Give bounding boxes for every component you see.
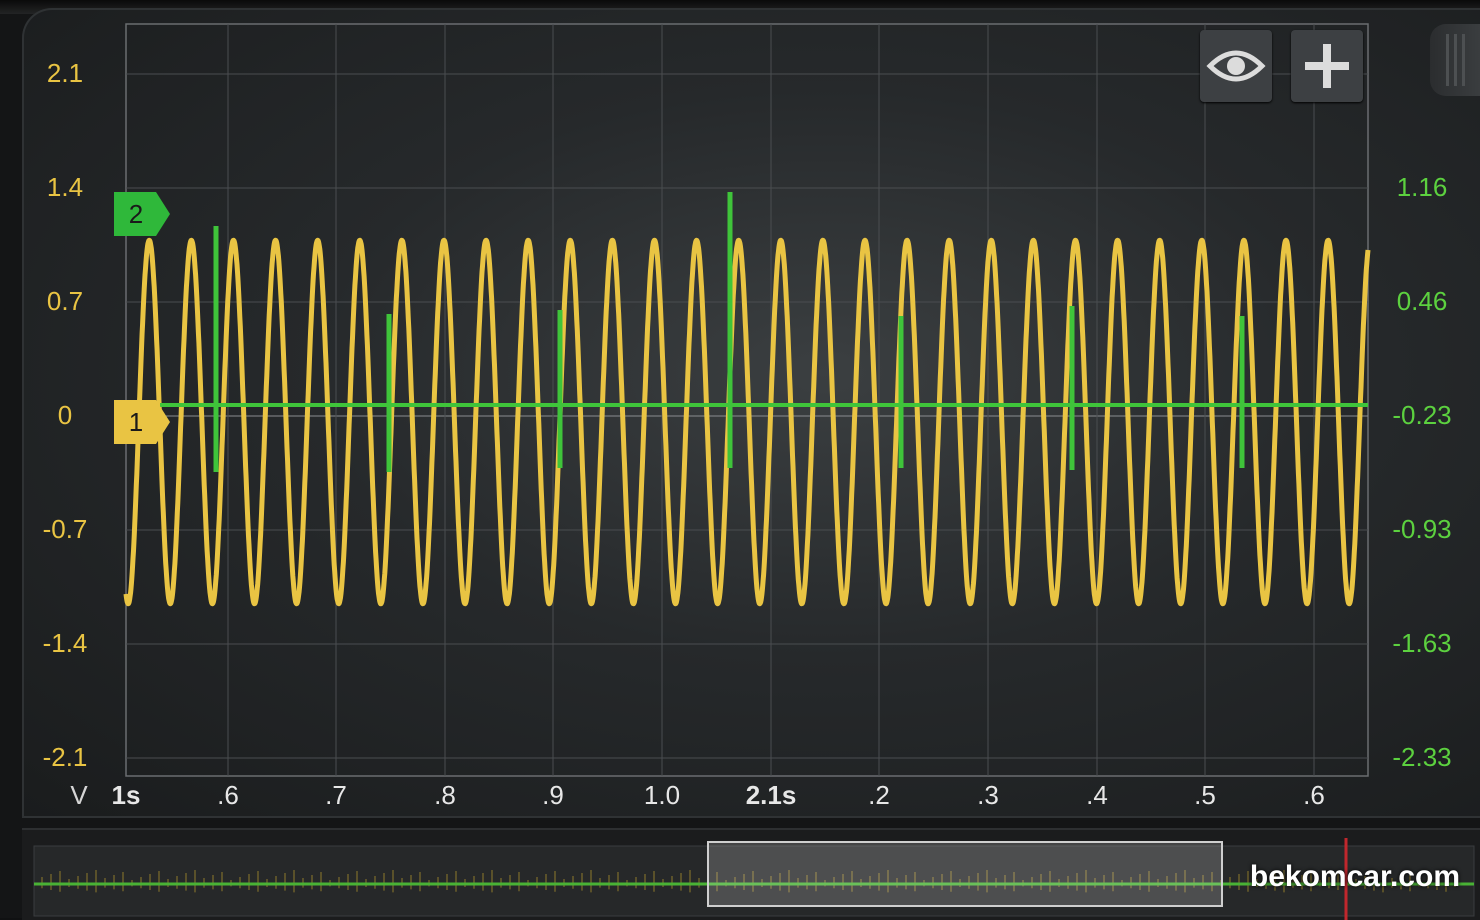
y-tick-left: -0.7 [42,514,88,544]
watermark: bekomcar.com [1249,860,1460,893]
overview-selection-window [707,841,1223,907]
channel-1-marker-label: 1 [128,407,144,437]
x-tick-label: .9 [542,780,564,810]
y-tick-right: -1.63 [1392,628,1452,658]
x-tick-label: 1.0 [643,780,681,810]
y-tick-left: 1.4 [46,172,84,202]
x-tick-label: .6 [217,780,239,810]
plus-icon [1305,44,1349,88]
x-tick-label: .6 [1303,780,1325,810]
x-tick-label: .5 [1194,780,1216,810]
channel-2-marker[interactable]: 2 [114,192,170,236]
scope-screen: 2.1 1.4 0.7 0 -0.7 -1.4 -2.1 1.16 0.46 -… [0,0,1480,920]
y-tick-left: -2.1 [42,742,88,772]
y-tick-left: 2.1 [46,58,84,88]
x-tick-label: .8 [434,780,456,810]
visibility-button[interactable] [1200,30,1272,102]
x-tick-label: 1s [111,780,141,810]
y-tick-left: 0.7 [46,286,84,316]
x-tick-label: .2 [868,780,890,810]
side-drawer-handle[interactable] [1430,24,1480,96]
add-button[interactable] [1291,30,1363,102]
y-tick-left: 0 [57,400,73,430]
channel-2-marker-label: 2 [128,199,144,229]
eye-icon [1206,50,1266,82]
y-tick-left: -1.4 [42,628,88,658]
grip-icon [1446,34,1465,86]
y-tick-right: -2.33 [1392,742,1452,772]
channel-1-trace [123,237,1371,607]
x-tick-label: .4 [1086,780,1108,810]
y-tick-right: -0.93 [1392,514,1452,544]
x-tick-label: .7 [325,780,347,810]
y-tick-right: -0.23 [1392,400,1452,430]
y-tick-right: 0.46 [1396,286,1448,316]
channel-1-marker[interactable]: 1 [114,400,170,444]
x-tick-label: 2.1s [745,780,797,810]
y-tick-right: 1.16 [1396,172,1448,202]
x-tick-label: .3 [977,780,999,810]
